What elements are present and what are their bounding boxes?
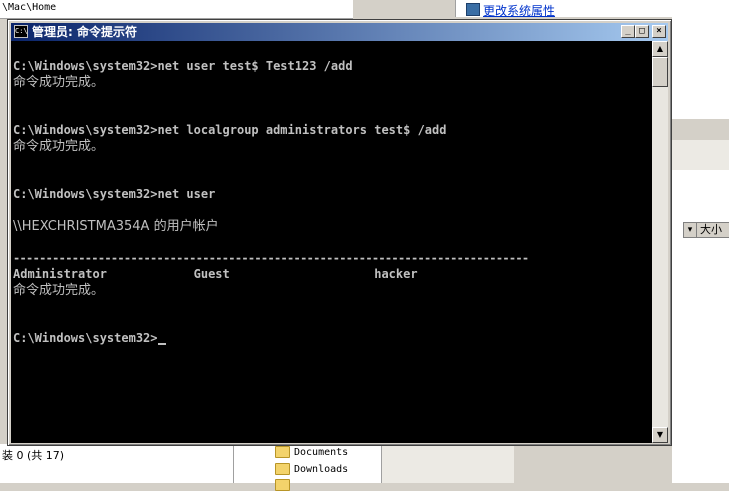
console-line: C:\Windows\system32>net user test$ Test1… — [13, 59, 353, 73]
maximize-button[interactable]: □ — [635, 25, 649, 38]
status-text: 装 0 (共 17) — [2, 449, 65, 462]
title-bar[interactable]: C:\ 管理员: 命令提示符 _ □ × — [11, 23, 668, 41]
console-line: 命令成功完成。 — [13, 75, 105, 90]
folder-label: Downloads — [294, 463, 349, 475]
folder-item-partial — [275, 479, 290, 491]
command-prompt-window[interactable]: C:\ 管理员: 命令提示符 _ □ × C:\Windows\system32… — [7, 19, 672, 446]
background-file-list — [672, 17, 729, 483]
column-dropdown-icon[interactable]: ▾ — [683, 222, 697, 238]
scroll-up-button[interactable]: ▲ — [652, 41, 668, 57]
column-header-size[interactable]: 大小 — [696, 222, 729, 238]
console-line: Administrator Guest hacker — [13, 267, 418, 281]
background-gray-band — [672, 140, 729, 170]
system-properties-icon — [466, 3, 480, 16]
folder-icon — [275, 446, 290, 458]
folder-item-documents[interactable]: Documents — [275, 446, 348, 458]
console-separator: ----------------------------------------… — [13, 251, 529, 265]
console-prompt: C:\Windows\system32> — [13, 331, 158, 345]
background-pane-right — [381, 444, 514, 483]
window-title: 管理员: 命令提示符 — [32, 25, 137, 39]
change-system-properties-link[interactable]: 更改系统属性 — [483, 2, 555, 19]
console-line: C:\Windows\system32>net user — [13, 187, 216, 201]
vertical-scrollbar[interactable]: ▲ ▼ — [652, 41, 668, 443]
console-icon[interactable]: C:\ — [14, 25, 28, 38]
close-button[interactable]: × — [652, 25, 666, 38]
folder-label: Documents — [294, 446, 349, 458]
console-line: 命令成功完成。 — [13, 139, 105, 154]
background-explorer-bar: \Mac\Home — [0, 0, 353, 19]
console-line: \\HEXCHRISTMA354A 的用户帐户 — [13, 219, 219, 234]
folder-icon — [275, 463, 290, 475]
scroll-down-button[interactable]: ▼ — [652, 427, 668, 443]
scroll-thumb[interactable] — [652, 57, 668, 87]
text-cursor — [157, 343, 166, 345]
folder-item-downloads[interactable]: Downloads — [275, 463, 348, 475]
minimize-button[interactable]: _ — [621, 25, 635, 38]
background-toolbar — [672, 118, 729, 142]
console-output[interactable]: C:\Windows\system32>net user test$ Test1… — [11, 41, 652, 443]
console-prompt-line[interactable]: C:\Windows\system32> — [13, 330, 166, 346]
folder-icon — [275, 479, 290, 491]
explorer-path: \Mac\Home — [2, 2, 57, 13]
console-line: C:\Windows\system32>net localgroup admin… — [13, 123, 447, 137]
console-line: 命令成功完成。 — [13, 283, 105, 298]
